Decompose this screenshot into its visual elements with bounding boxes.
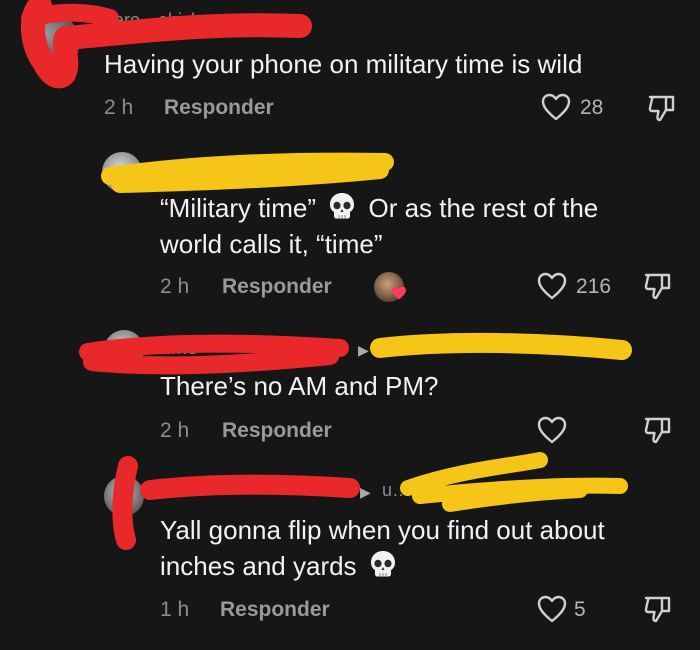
- timestamp: 2 h: [104, 96, 134, 119]
- comment-text-line2: inches and yards: [160, 551, 357, 581]
- username[interactable]: …: [160, 478, 178, 499]
- comment-thread: aaro…ehicl… Having your phone on militar…: [0, 0, 700, 650]
- comment-text-line1-cont: Or as the rest of the: [368, 193, 599, 223]
- username[interactable]: a…s: [160, 338, 197, 359]
- username[interactable]: aaro…ehicl…: [104, 10, 213, 31]
- heart-icon[interactable]: [536, 594, 568, 629]
- heart-icon[interactable]: [540, 92, 572, 127]
- reply-button[interactable]: Responder: [222, 275, 332, 299]
- timestamp: 2 h: [160, 275, 190, 298]
- comment-text-line1: Yall gonna flip when you find out about: [160, 515, 605, 545]
- comment-text-line1: “Military time”: [160, 193, 316, 223]
- like-count: 28: [580, 96, 604, 119]
- reply-arrow-icon: ▶: [358, 342, 369, 358]
- creator-heart-icon: [390, 285, 408, 306]
- reply-to-username[interactable]: u…: [380, 338, 408, 359]
- like-count: 216: [576, 275, 612, 298]
- thumbs-down-icon[interactable]: [642, 270, 674, 307]
- thumbs-down-icon[interactable]: [642, 593, 674, 630]
- avatar[interactable]: [104, 330, 144, 370]
- comment-text: There’s no AM and PM?: [160, 371, 439, 401]
- thumbs-down-icon[interactable]: [642, 414, 674, 451]
- comment-text-line2: world calls it, “time”: [160, 229, 383, 259]
- reply-button[interactable]: Responder: [220, 598, 330, 622]
- avatar[interactable]: [104, 476, 144, 516]
- username[interactable]: …u…: [254, 164, 300, 185]
- skull-icon: [368, 549, 398, 588]
- reply-to-username[interactable]: u…: [382, 480, 410, 501]
- reply-button[interactable]: Responder: [222, 419, 332, 443]
- comment-text: “Military time” Or as the rest of the: [160, 190, 598, 230]
- timestamp: 2 h: [160, 419, 190, 442]
- timestamp: 1 h: [160, 598, 190, 621]
- reply-arrow-icon: ▶: [360, 484, 371, 500]
- skull-icon: [327, 191, 357, 230]
- heart-icon[interactable]: [536, 271, 568, 306]
- comment-text: Having your phone on military time is wi…: [104, 49, 583, 79]
- avatar[interactable]: [102, 152, 142, 192]
- thumbs-down-icon[interactable]: [646, 92, 678, 129]
- heart-icon[interactable]: [536, 415, 568, 450]
- like-count: 5: [574, 598, 586, 621]
- reply-button[interactable]: Responder: [164, 96, 274, 120]
- comment-text: inches and yards: [160, 548, 402, 588]
- avatar[interactable]: [24, 14, 80, 70]
